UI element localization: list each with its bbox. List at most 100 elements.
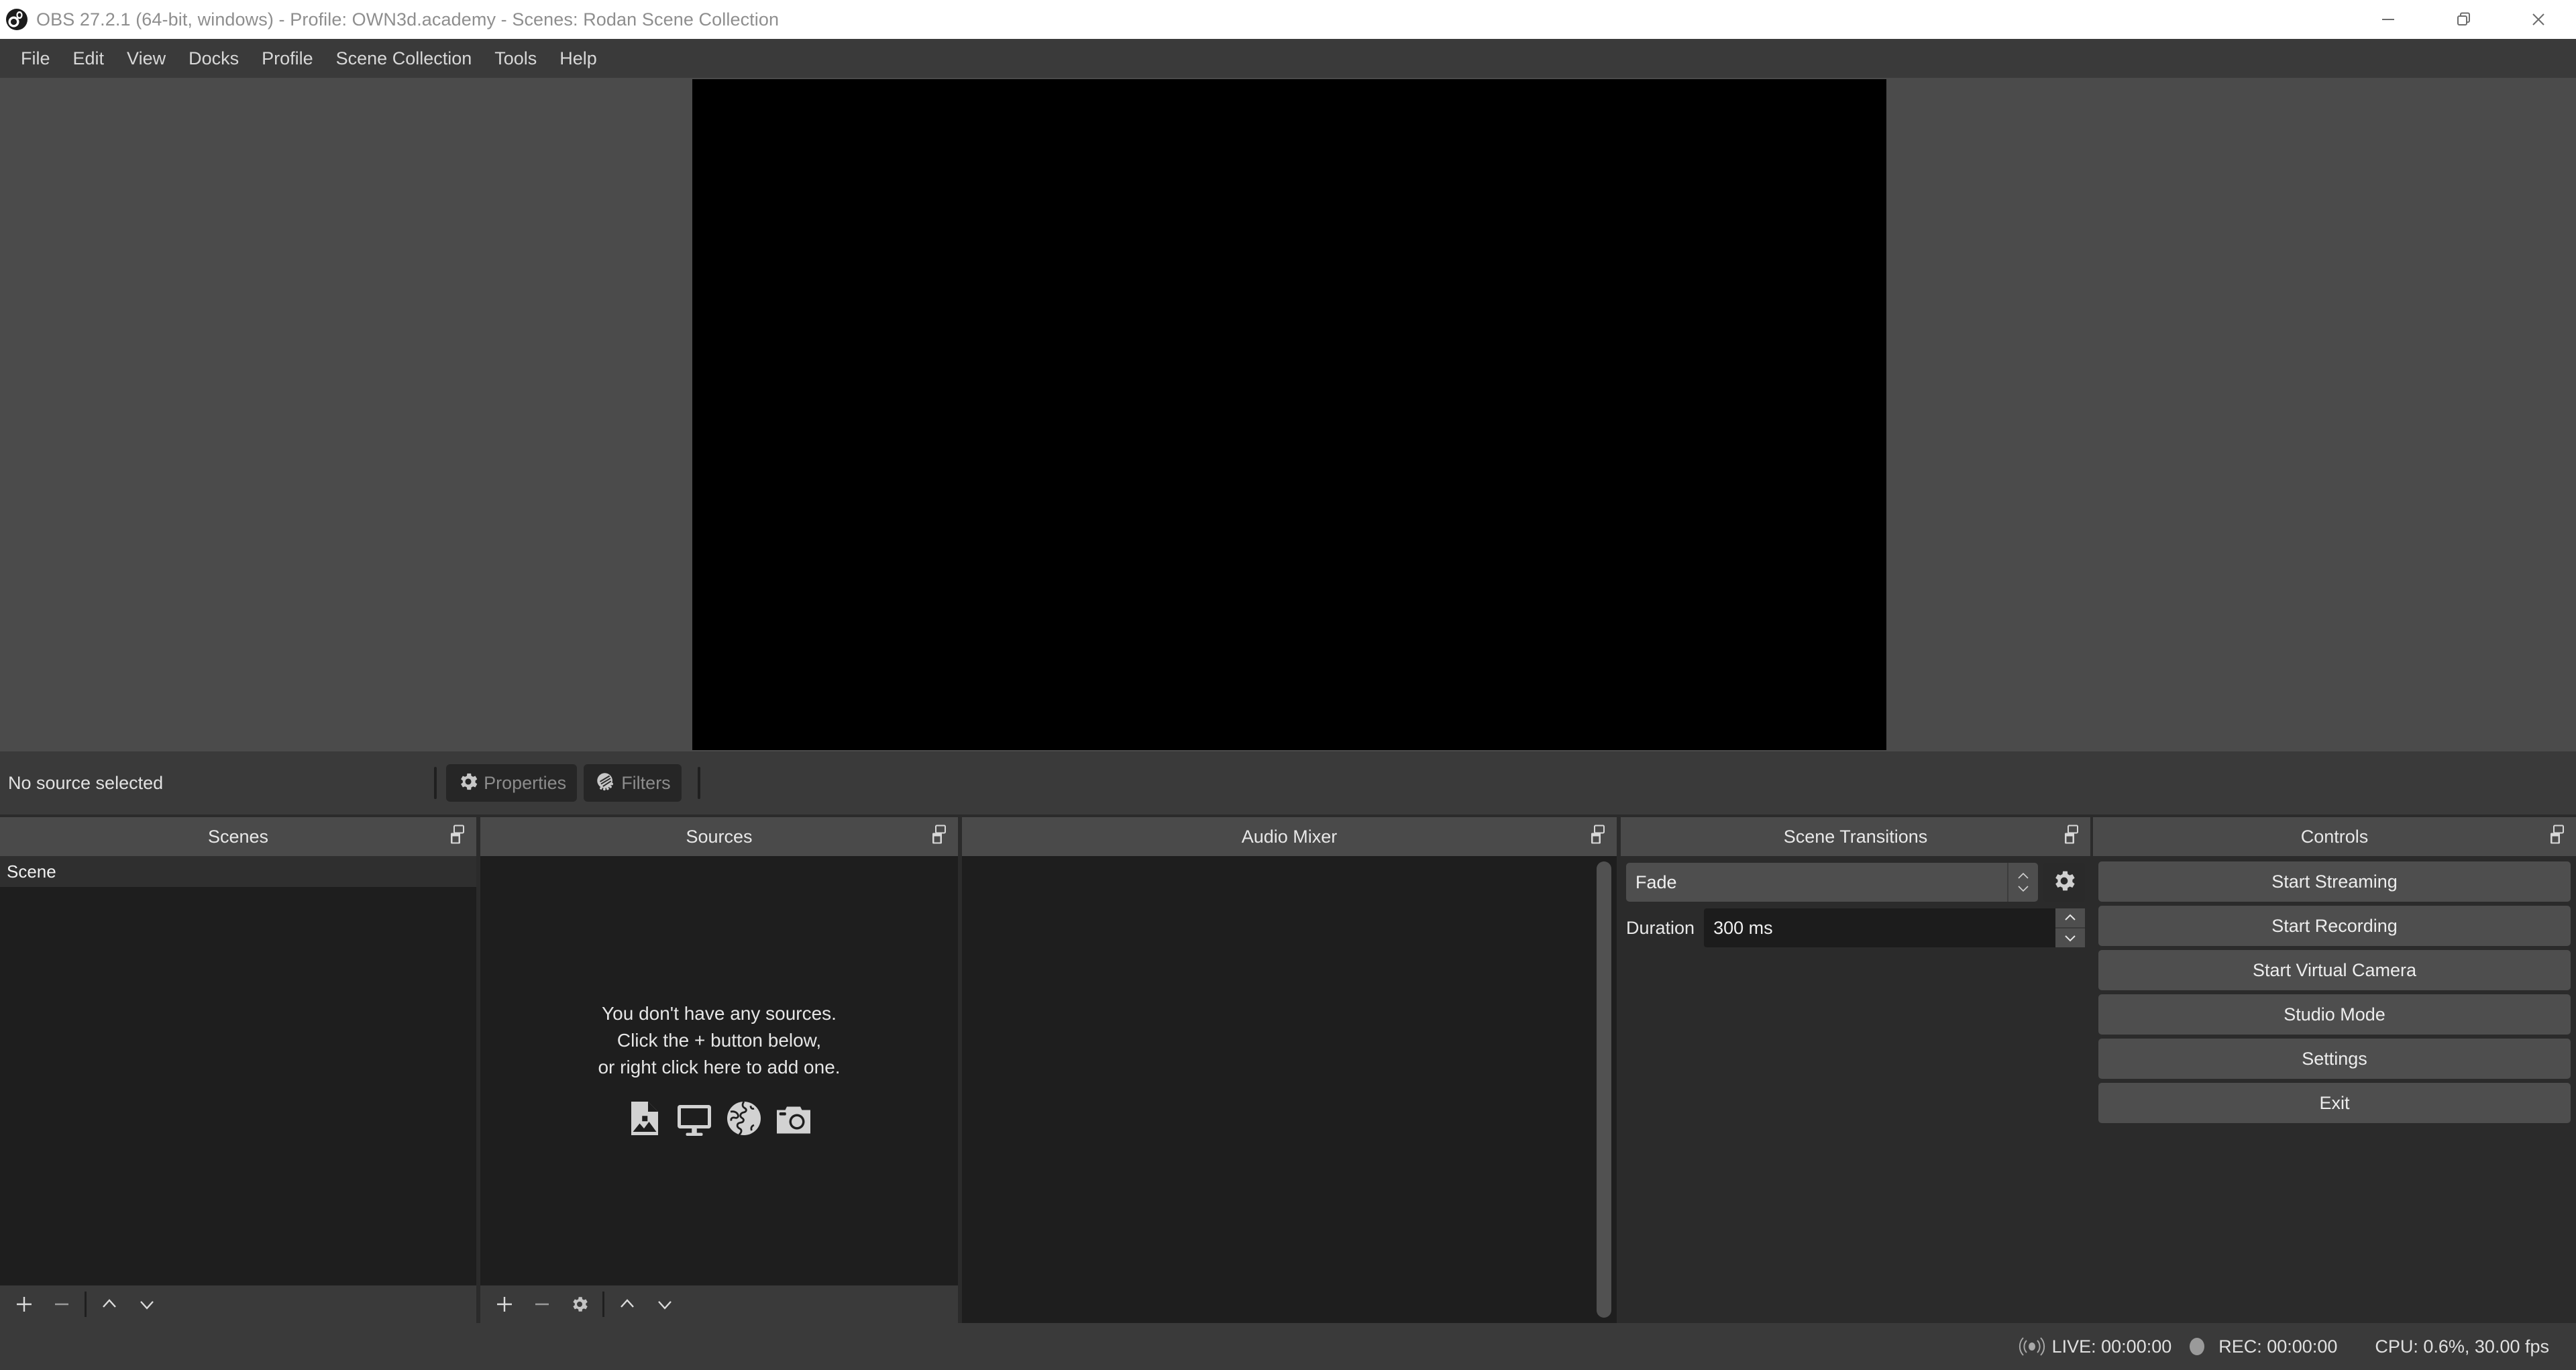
record-dot-icon: [2188, 1335, 2206, 1358]
chevron-down-icon[interactable]: [2055, 929, 2085, 947]
filters-button[interactable]: Filters: [584, 764, 682, 802]
start-recording-label: Start Recording: [2271, 915, 2398, 936]
empty-state-line-3: or right click here to add one.: [598, 1056, 841, 1077]
minus-icon[interactable]: [523, 1285, 561, 1323]
window-title: OBS 27.2.1 (64-bit, windows) - Profile: …: [36, 9, 780, 30]
preview-area[interactable]: [0, 78, 2576, 751]
menu-item-docks[interactable]: Docks: [177, 44, 250, 73]
controls-dock-header: Controls: [2093, 817, 2576, 856]
properties-button-label: Properties: [484, 772, 567, 793]
empty-state-line-2: Click the + button below,: [616, 1029, 822, 1051]
audio-mixer-dock: Audio Mixer: [962, 817, 1617, 1323]
undock-icon[interactable]: [2548, 825, 2565, 849]
camera-source-icon: [773, 1098, 814, 1142]
cpu-usage: CPU: 0.6%, 30.00 fps: [2375, 1336, 2549, 1357]
scrollbar[interactable]: [1595, 861, 1613, 1318]
broadcast-icon: [2019, 1336, 2045, 1357]
sources-dock-header: Sources: [480, 817, 958, 856]
sources-list[interactable]: You don't have any sources. Click the + …: [480, 856, 958, 1285]
studio-mode-button[interactable]: Studio Mode: [2098, 994, 2571, 1035]
duration-stepper[interactable]: [2055, 908, 2085, 947]
minus-icon[interactable]: [43, 1285, 80, 1323]
sources-empty-state: You don't have any sources. Click the + …: [480, 856, 958, 1285]
menu-item-edit[interactable]: Edit: [62, 44, 116, 73]
start-recording-button[interactable]: Start Recording: [2098, 906, 2571, 946]
controls-dock: Controls Start Streaming Start Recording…: [2093, 817, 2576, 1323]
sources-dock: Sources You don't have any sources. Clic…: [480, 817, 958, 1323]
settings-label: Settings: [2302, 1048, 2367, 1069]
status-bar: LIVE: 00:00:00 REC: 00:00:00 CPU: 0.6%, …: [0, 1323, 2576, 1370]
chevron-up-icon[interactable]: [2055, 908, 2085, 929]
selected-source-status: No source selected: [8, 772, 164, 793]
chevron-up-icon[interactable]: [91, 1285, 128, 1323]
scene-name: Scene: [7, 861, 56, 882]
duration-input[interactable]: 300 ms: [1704, 908, 2085, 947]
obs-logo-icon: [5, 8, 28, 31]
chevron-down-icon[interactable]: [128, 1285, 166, 1323]
menu-item-file[interactable]: File: [9, 44, 62, 73]
start-virtual-camera-label: Start Virtual Camera: [2252, 959, 2417, 980]
settings-button[interactable]: Settings: [2098, 1039, 2571, 1079]
undock-icon[interactable]: [448, 825, 466, 849]
start-streaming-label: Start Streaming: [2271, 871, 2398, 892]
undock-icon[interactable]: [930, 825, 947, 849]
controls-body: Start Streaming Start Recording Start Vi…: [2093, 856, 2576, 1323]
exit-button[interactable]: Exit: [2098, 1083, 2571, 1123]
restore-icon[interactable]: [2426, 0, 2501, 39]
toolbar-divider: [85, 1292, 87, 1317]
scene-transitions-body: Fade Duration 300 ms: [1621, 856, 2090, 1323]
preview-canvas[interactable]: [692, 79, 1886, 750]
gear-icon: [457, 770, 480, 796]
menu-item-scene-collection[interactable]: Scene Collection: [325, 44, 484, 73]
minimize-icon[interactable]: [2351, 0, 2426, 39]
toolbar-divider: [602, 1292, 604, 1317]
start-streaming-button[interactable]: Start Streaming: [2098, 861, 2571, 902]
scrollbar-thumb[interactable]: [1597, 861, 1611, 1318]
scene-transitions-dock: Scene Transitions Fade Duration 300 ms: [1621, 817, 2090, 1323]
list-item[interactable]: Scene: [0, 856, 476, 887]
spinner-updown-icon[interactable]: [2007, 863, 2038, 902]
menu-bar: File Edit View Docks Profile Scene Colle…: [0, 39, 2576, 78]
sources-dock-title: Sources: [686, 826, 753, 847]
display-capture-icon: [674, 1098, 714, 1142]
properties-button[interactable]: Properties: [446, 764, 578, 802]
scenes-dock-title: Scenes: [207, 826, 269, 847]
sources-toolbar: [480, 1285, 958, 1323]
undock-icon[interactable]: [1589, 825, 1606, 849]
studio-mode-label: Studio Mode: [2284, 1004, 2385, 1024]
menu-item-view[interactable]: View: [115, 44, 177, 73]
close-icon[interactable]: [2501, 0, 2576, 39]
rec-timer: REC: 00:00:00: [2218, 1336, 2338, 1357]
scenes-dock-header: Scenes: [0, 817, 476, 856]
chevron-down-icon[interactable]: [646, 1285, 684, 1323]
scenes-list[interactable]: Scene: [0, 856, 476, 1285]
audio-mixer-dock-title: Audio Mixer: [1241, 826, 1338, 847]
chevron-up-icon[interactable]: [608, 1285, 646, 1323]
duration-label: Duration: [1626, 917, 1695, 938]
toolbar-divider-left: [434, 767, 437, 799]
title-bar: OBS 27.2.1 (64-bit, windows) - Profile: …: [0, 0, 2576, 39]
transition-select-row: Fade: [1621, 856, 2090, 902]
plus-icon[interactable]: [486, 1285, 523, 1323]
menu-item-help[interactable]: Help: [548, 44, 608, 73]
filters-button-label: Filters: [621, 772, 671, 793]
transition-duration-row: Duration 300 ms: [1621, 902, 2090, 947]
duration-value: 300 ms: [1713, 917, 1773, 938]
transition-select[interactable]: Fade: [1626, 863, 2038, 902]
browser-source-icon: [724, 1098, 764, 1142]
plus-icon[interactable]: [5, 1285, 43, 1323]
menu-item-tools[interactable]: Tools: [483, 44, 548, 73]
gear-icon[interactable]: [561, 1285, 598, 1323]
audio-mixer-body[interactable]: [962, 856, 1617, 1323]
menu-item-profile[interactable]: Profile: [250, 44, 325, 73]
scenes-dock: Scenes Scene: [0, 817, 476, 1323]
start-virtual-camera-button[interactable]: Start Virtual Camera: [2098, 950, 2571, 990]
toolbar-divider-right: [697, 767, 700, 799]
transition-properties-button[interactable]: [2043, 863, 2085, 902]
exit-label: Exit: [2319, 1092, 2350, 1113]
scene-transitions-dock-title: Scene Transitions: [1783, 826, 1928, 847]
gear-icon: [2051, 867, 2078, 898]
scene-transitions-dock-header: Scene Transitions: [1621, 817, 2090, 856]
undock-icon[interactable]: [2062, 825, 2080, 849]
source-toolbar: No source selected Properties Filters: [0, 751, 2576, 814]
